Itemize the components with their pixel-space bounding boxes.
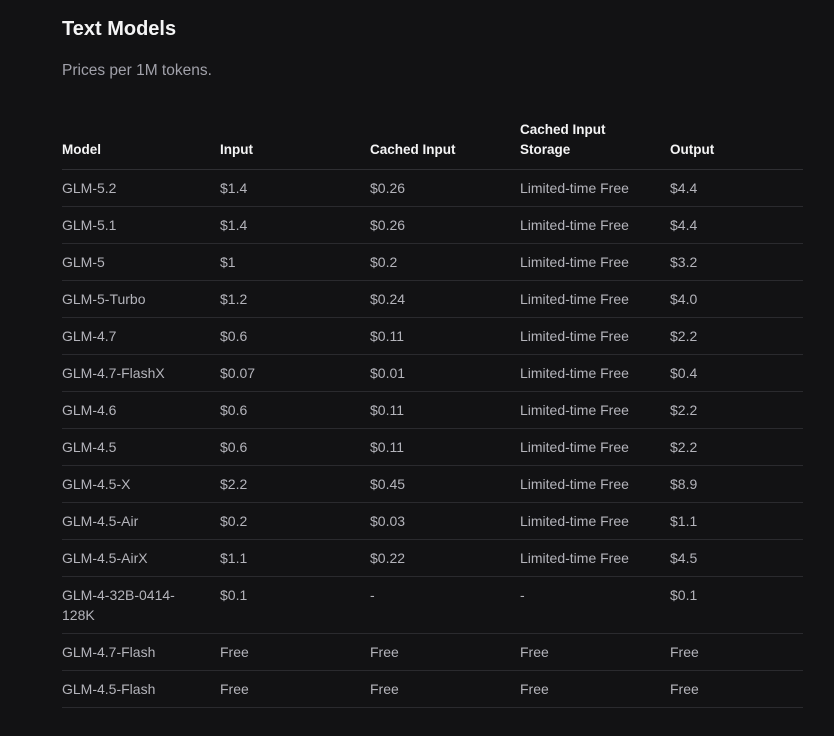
table-row: GLM-4.7 $0.6 $0.11 Limited-time Free $2.2	[62, 318, 803, 355]
cached-input-price-cell: $0.03	[370, 513, 406, 529]
table-row: GLM-5.1 $1.4 $0.26 Limited-time Free $4.4	[62, 207, 803, 244]
model-cell: GLM-4-32B-0414-128K	[62, 587, 175, 623]
cached-storage-price-cell: Limited-time Free	[520, 328, 629, 344]
input-price-cell: $1.4	[220, 217, 248, 233]
cached-input-price-cell: $0.24	[370, 291, 406, 307]
table-row: GLM-4.7-Flash Free Free Free Free	[62, 634, 803, 671]
cached-storage-price-cell: Limited-time Free	[520, 254, 629, 270]
cached-storage-price-cell: Free	[520, 644, 549, 660]
cached-input-price-cell: $0.2	[370, 254, 398, 270]
output-price-cell: $4.4	[670, 180, 698, 196]
column-header-input: Input	[220, 142, 253, 157]
model-cell: GLM-5.2	[62, 180, 117, 196]
output-price-cell: $0.1	[670, 587, 698, 603]
input-price-cell: $0.2	[220, 513, 248, 529]
column-header-model: Model	[62, 142, 101, 157]
cached-input-price-cell: $0.22	[370, 550, 406, 566]
table-header: Model Input Cached Input Cached Input St…	[62, 116, 803, 170]
table-row: GLM-4-32B-0414-128K $0.1 - - $0.1	[62, 577, 803, 634]
cached-input-price-cell: $0.11	[370, 439, 404, 455]
output-price-cell: $4.5	[670, 550, 698, 566]
output-price-cell: $3.2	[670, 254, 698, 270]
cached-input-price-cell: $0.26	[370, 217, 406, 233]
cached-storage-price-cell: Limited-time Free	[520, 550, 629, 566]
model-cell: GLM-4.5-AirX	[62, 550, 148, 566]
model-cell: GLM-4.7-FlashX	[62, 365, 165, 381]
model-cell: GLM-4.7-Flash	[62, 644, 156, 660]
input-price-cell: $2.2	[220, 476, 248, 492]
output-price-cell: $4.4	[670, 217, 698, 233]
cached-input-price-cell: $0.11	[370, 402, 404, 418]
model-cell: GLM-5-Turbo	[62, 291, 146, 307]
output-price-cell: $4.0	[670, 291, 698, 307]
input-price-cell: $1.2	[220, 291, 248, 307]
cached-storage-price-cell: Limited-time Free	[520, 402, 629, 418]
output-price-cell: Free	[670, 681, 699, 697]
cached-storage-price-cell: -	[520, 587, 525, 603]
cached-storage-price-cell: Limited-time Free	[520, 365, 629, 381]
model-cell: GLM-5.1	[62, 217, 117, 233]
output-price-cell: $2.2	[670, 439, 698, 455]
input-price-cell: $0.6	[220, 439, 248, 455]
input-price-cell: $0.6	[220, 402, 248, 418]
output-price-cell: $1.1	[670, 513, 698, 529]
cached-storage-price-cell: Free	[520, 681, 549, 697]
output-price-cell: $2.2	[670, 402, 698, 418]
table-row: GLM-5 $1 $0.2 Limited-time Free $3.2	[62, 244, 803, 281]
section-title: Text Models	[62, 18, 177, 40]
output-price-cell: $8.9	[670, 476, 698, 492]
model-cell: GLM-4.7	[62, 328, 117, 344]
pricing-table: Model Input Cached Input Cached Input St…	[62, 116, 803, 708]
cached-input-price-cell: $0.11	[370, 328, 404, 344]
output-price-cell: Free	[670, 644, 699, 660]
table-row: GLM-4.5-AirX $1.1 $0.22 Limited-time Free $4…	[62, 540, 803, 577]
cached-storage-price-cell: Limited-time Free	[520, 439, 629, 455]
input-price-cell: $0.6	[220, 328, 248, 344]
cached-storage-price-cell: Limited-time Free	[520, 291, 629, 307]
table-row: GLM-5-Turbo $1.2 $0.24 Limited-time Free $4.…	[62, 281, 803, 318]
model-cell: GLM-4.5	[62, 439, 117, 455]
section-subtitle: Prices per 1M tokens.	[62, 62, 212, 79]
cached-storage-price-cell: Limited-time Free	[520, 513, 629, 529]
column-header-cached-input: Cached Input	[370, 142, 456, 157]
cached-storage-price-cell: Limited-time Free	[520, 180, 629, 196]
cached-input-price-cell: Free	[370, 644, 399, 660]
output-price-cell: $0.4	[670, 365, 698, 381]
input-price-cell: $1.4	[220, 180, 248, 196]
cached-storage-price-cell: Limited-time Free	[520, 476, 629, 492]
table-row: GLM-4.6 $0.6 $0.11 Limited-time Free $2.2	[62, 392, 803, 429]
model-cell: GLM-4.5-X	[62, 476, 131, 492]
input-price-cell: Free	[220, 681, 249, 697]
cached-input-price-cell: $0.26	[370, 180, 406, 196]
cached-storage-price-cell: Limited-time Free	[520, 217, 629, 233]
model-cell: GLM-4.5-Air	[62, 513, 139, 529]
input-price-cell: $1.1	[220, 550, 248, 566]
model-cell: GLM-4.5-Flash	[62, 681, 156, 697]
table-row: GLM-4.7-FlashX $0.07 $0.01 Limited-time Fre…	[62, 355, 803, 392]
input-price-cell: Free	[220, 644, 249, 660]
input-price-cell: $0.1	[220, 587, 248, 603]
table-row: GLM-4.5-X $2.2 $0.45 Limited-time Free $8.9	[62, 466, 803, 503]
model-cell: GLM-5	[62, 254, 105, 270]
model-cell: GLM-4.6	[62, 402, 117, 418]
table-row: GLM-4.5-Air $0.2 $0.03 Limited-time Free $1.…	[62, 503, 803, 540]
table-row: GLM-4.5 $0.6 $0.11 Limited-time Free $2.2	[62, 429, 803, 466]
input-price-cell: $0.07	[220, 365, 256, 381]
cached-input-price-cell: $0.45	[370, 476, 406, 492]
column-header-cached-input-storage: Cached Input Storage	[520, 122, 606, 157]
input-price-cell: $1	[220, 254, 236, 270]
table-body: GLM-5.2 $1.4 $0.26 Limited-time Free $4.4 GLM…	[62, 170, 803, 708]
column-header-output: Output	[670, 142, 715, 157]
cached-input-price-cell: $0.01	[370, 365, 406, 381]
table-row: GLM-5.2 $1.4 $0.26 Limited-time Free $4.4	[62, 170, 803, 207]
cached-input-price-cell: -	[370, 587, 375, 603]
cached-input-price-cell: Free	[370, 681, 399, 697]
output-price-cell: $2.2	[670, 328, 698, 344]
table-row: GLM-4.5-Flash Free Free Free Free	[62, 671, 803, 708]
